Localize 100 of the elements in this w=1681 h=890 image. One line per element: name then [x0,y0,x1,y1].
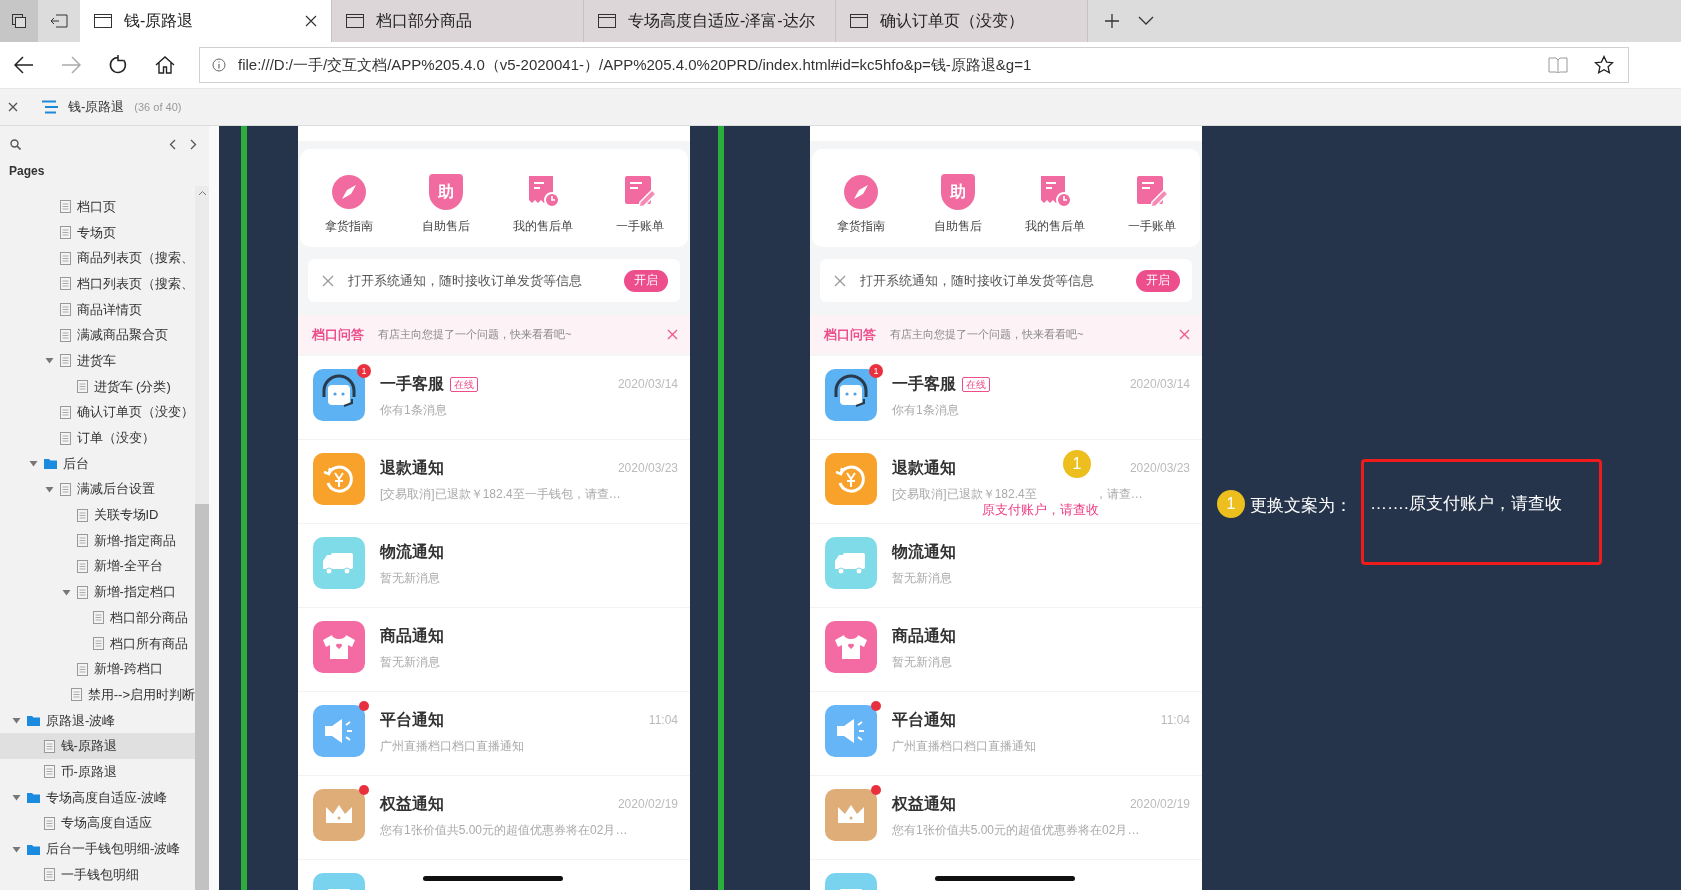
shortcut-item[interactable]: 拿货指南 [308,174,389,235]
section-title: Pages [8,163,46,180]
message-row[interactable]: 权益通知 2020/02/19 您有1张价值共5.00元的超值优惠券将在02月… [298,776,690,860]
scroll-up-icon[interactable] [197,190,207,196]
folder-icon [27,792,40,804]
shirt-icon [825,621,877,673]
close-icon[interactable] [8,102,18,112]
message-row[interactable]: 商品通知 暂无新消息 [810,608,1202,692]
page-title: 钱-原路退 [68,98,125,116]
tree-item[interactable]: 禁用-->启用时判断 [0,682,195,708]
tree-item[interactable]: 进货车 (分类) [0,373,195,400]
shortcut-item[interactable]: 一手账单 [1111,174,1192,235]
tree-item[interactable]: 档口部分商品 [0,605,195,631]
message-row[interactable]: 物流通知 暂无新消息 [810,524,1202,608]
chevron-down-icon[interactable] [1138,16,1154,26]
shortcut-item[interactable]: 一手账单 [599,174,680,235]
expand-arrow-icon[interactable] [12,793,21,803]
expand-arrow-icon[interactable] [28,459,38,469]
message-row[interactable]: 退款通知 2020/03/23 [交易取消]已退款￥182.4至一手钱包，请查… [298,440,690,524]
tree-item[interactable]: 币-原路退 [0,759,195,785]
reading-view-icon[interactable] [1548,57,1568,73]
address-field[interactable]: file:///D:/一手/交互文档/APP%205.4.0（v5-2020041-）/APP%205.4.0%20PRD/index.html#id=kc5hfo&p=钱-原路退&g=1 [199,47,1629,83]
tree-item[interactable]: 专场高度自适应 [0,810,195,837]
message-row[interactable]: 平台通知 11:04 广州直播档口档口直播通知 [298,692,690,776]
tree-item[interactable]: 关联专场ID [0,502,195,528]
tree-item[interactable]: 商品详情页 [0,296,195,323]
tree-item[interactable]: 商品列表页（搜索、 [0,245,195,272]
chevron-right-icon[interactable] [190,138,197,150]
tree-item[interactable]: 新增-全平台 [0,553,195,580]
annotation-marker: 1 [1217,490,1245,518]
page-icon [43,816,55,830]
browser-tab[interactable]: 钱-原路退 [80,0,332,42]
page-icon [60,354,71,368]
info-icon[interactable] [212,58,226,72]
tree-item[interactable]: 原路退-波峰 [0,707,195,734]
message-row[interactable]: 1 一手客服 在线 2020/03/14 你有1条消息 [298,356,690,440]
expand-arrow-icon[interactable] [45,356,54,366]
message-time: 2020/03/23 [617,461,678,475]
qa-banner[interactable]: 档口问答 有店主向您提了一个问题，快来看看吧~ [298,315,690,354]
star-icon[interactable] [1594,55,1614,75]
tree-item[interactable]: 进货车 [0,348,195,374]
chevron-left-icon[interactable] [169,138,176,150]
banner-text: 有店主向您提了一个问题，快来看看吧~ [890,327,1085,342]
tree-item[interactable]: 新增-指定商品 [0,527,195,554]
message-title: 退款通知 [380,457,444,478]
banner-title: 档口问答 [312,325,364,344]
tab-actions-icon[interactable] [0,0,38,42]
close-icon[interactable] [305,15,317,27]
message-preview: [交易取消]已退款￥182.4至 [892,486,1037,503]
shortcut-item[interactable]: 我的售后单 [1014,174,1095,235]
tree-item[interactable]: 档口列表页（搜索、 [0,271,195,297]
tree-item[interactable]: 新增-指定档口 [0,579,195,605]
message-title: 平台通知 [892,709,956,730]
browser-tab[interactable]: 确认订单页（没变） [836,0,1088,42]
page-icon [43,739,55,753]
expand-arrow-icon[interactable] [45,484,54,494]
home-icon[interactable] [155,56,175,74]
qa-banner[interactable]: 档口问答 有店主向您提了一个问题，快来看看吧~ [810,315,1202,354]
expand-arrow-icon[interactable] [61,587,71,597]
tree-item[interactable]: 后台 [0,450,195,477]
tree-item[interactable]: 满减商品聚合页 [0,322,195,349]
message-row[interactable]: 1 一手客服 在线 2020/03/14 你有1条消息 [810,356,1202,440]
message-time: 2020/03/23 [1129,461,1190,475]
page-icon [76,380,88,394]
message-row[interactable]: 权益通知 2020/02/19 您有1张价值共5.00元的超值优惠券将在02月… [810,776,1202,860]
forward-icon[interactable] [61,56,81,74]
tree-item[interactable]: 档口所有商品 [0,630,195,657]
shortcut-item[interactable]: 我的售后单 [502,174,583,235]
page-icon [60,482,71,496]
tree-item[interactable]: 专场高度自适应-波峰 [0,784,195,811]
tree-item[interactable]: 满减后台设置 [0,476,195,503]
tree-item[interactable]: 后台一手钱包明细-波峰 [0,836,195,862]
tree-item[interactable]: 档口页 [0,194,195,220]
tree-item[interactable]: 一手钱包明细 [0,861,195,888]
page-list-icon[interactable] [42,100,58,114]
expand-arrow-icon[interactable] [12,844,21,854]
expand-arrow-icon[interactable] [12,716,21,726]
new-tab-icon[interactable] [1104,13,1120,29]
tree-item[interactable]: 订单（没变） [0,425,195,451]
notice-text: 打开系统通知，随时接收订单发货等信息 [860,271,1095,290]
tree-item[interactable]: 专场页 [0,219,195,246]
tab-page-icon [598,14,616,28]
message-row[interactable]: 物流通知 暂无新消息 [298,524,690,608]
tree-item[interactable]: 新增-跨档口 [0,656,195,683]
shortcut-item[interactable]: 助 自助售后 [917,174,998,235]
shortcut-item[interactable]: 拿货指南 [820,174,901,235]
scrollbar-thumb[interactable] [195,504,209,890]
message-time: 11:04 [648,713,678,727]
search-icon[interactable] [10,138,21,150]
browser-tab[interactable]: 专场高度自适应-泽富-达尔 [584,0,836,42]
message-row[interactable]: 商品通知 暂无新消息 [298,608,690,692]
browser-tab[interactable]: 档口部分商品 [332,0,584,42]
refresh-icon[interactable] [108,55,128,75]
back-icon[interactable] [14,56,34,74]
tree-item[interactable]: 钱-原路退 [0,733,195,760]
shortcut-item[interactable]: 助 自助售后 [405,174,486,235]
banner-text: 有店主向您提了一个问题，快来看看吧~ [378,327,573,342]
message-row[interactable]: 平台通知 11:04 广州直播档口档口直播通知 [810,692,1202,776]
tree-item[interactable]: 确认订单页（没变） [0,399,195,426]
truck-icon [313,537,365,589]
